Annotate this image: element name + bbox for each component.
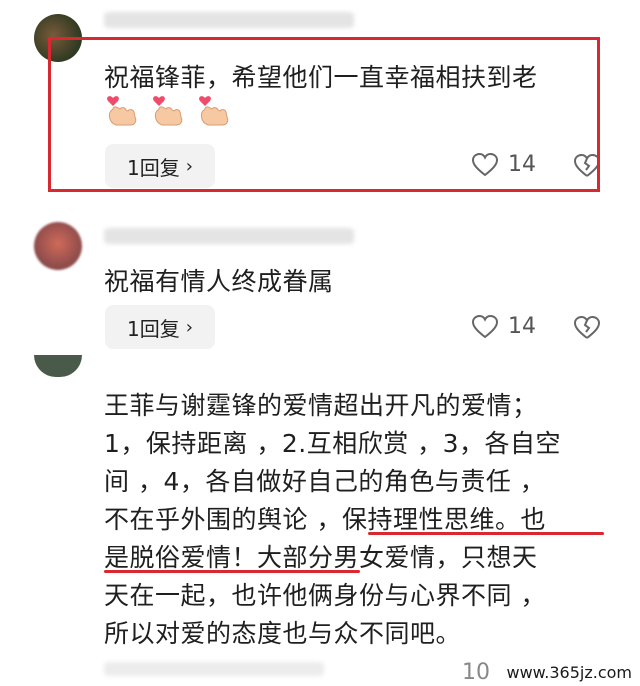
highlight-box [48,37,600,192]
comment-line: 1，保持距离 ，2.互相欣赏 ，3，各自空 [104,429,562,458]
highlight-underline [368,532,604,535]
reply-button[interactable]: 1回复 › [105,305,215,349]
comment-line: 王菲与谢霆锋的爱情超出开凡的爱情； [104,391,538,420]
comment-line: 是脱俗爱情！大部分男女爱情，只想天 [104,543,538,572]
comment-line: 不在乎外围的舆论 ，保持理性思维。也 [104,505,546,534]
dislike-broken-heart-icon[interactable] [574,316,600,340]
highlight-underline [104,570,360,573]
comment-meta-blurred [104,662,324,676]
reply-label: 1回复 [127,316,180,341]
like-count: 14 [508,314,536,339]
chevron-right-icon: › [185,316,193,338]
avatar[interactable] [34,222,82,270]
comment-line: 间 ，4，各自做好自己的角色与责任 ， [104,467,546,496]
heart-icon [472,314,498,338]
like-count: 10 [462,660,490,685]
username-blurred [104,12,354,28]
comment-line: 天在一起，也许他俩身份与心界不同 ， [104,581,546,610]
username-blurred [104,228,354,244]
like-button[interactable]: 14 [472,314,536,339]
watermark: www.365jz.com [506,663,632,682]
comment-text: 祝福有情人终成眷属 [104,267,334,296]
comment-line: 所以对爱的态度也与众不同吧。 [104,619,462,648]
avatar[interactable] [34,355,82,377]
